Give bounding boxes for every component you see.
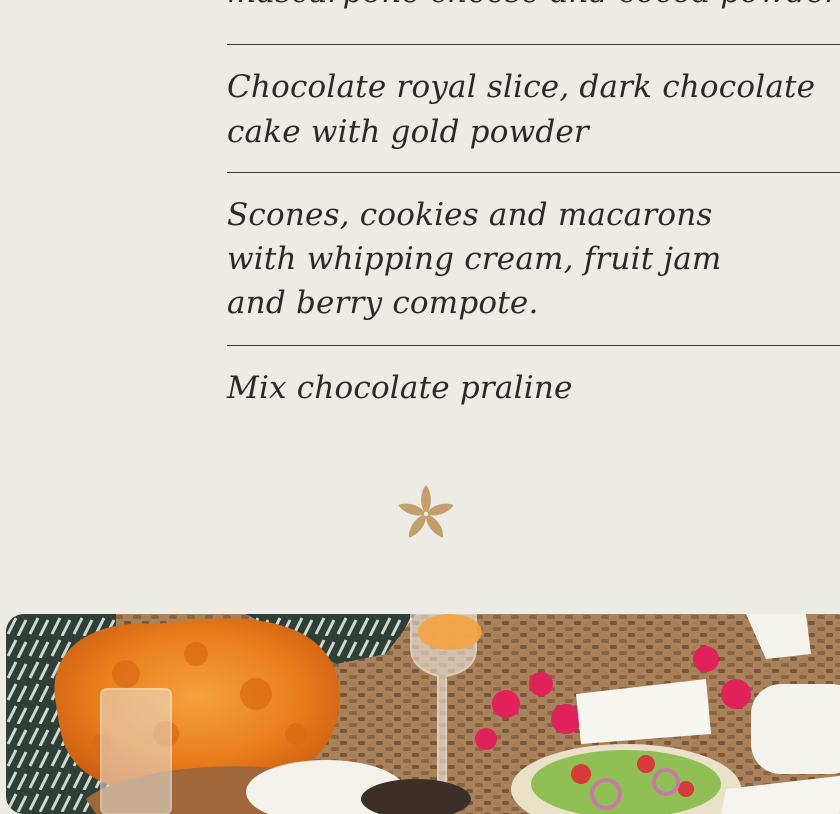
plumeria-flower-icon xyxy=(396,484,456,542)
menu-item-chocolate-royal-slice: Chocolate royal slice, dark chocolate ca… xyxy=(227,69,816,150)
menu-item-scones-cookies-macarons: Scones, cookies and macarons with whippi… xyxy=(227,197,722,321)
menu-item-mascarpone: mascarpone cheese and cocoa powder xyxy=(227,0,840,15)
menu-item-chocolate-praline: Mix chocolate praline xyxy=(227,370,573,406)
menu-divider xyxy=(227,172,840,173)
menu-divider xyxy=(227,345,840,346)
afternoon-tea-photo xyxy=(6,614,840,814)
menu-divider xyxy=(227,44,840,45)
